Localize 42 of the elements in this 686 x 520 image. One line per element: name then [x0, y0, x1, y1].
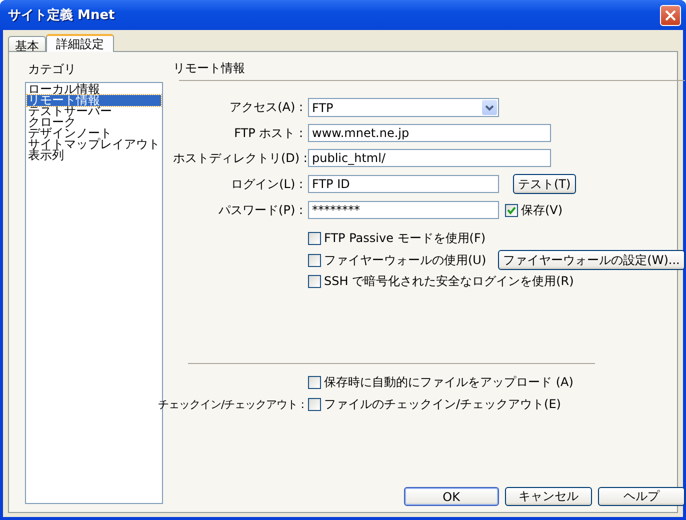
- test-button[interactable]: テスト(T): [513, 174, 576, 194]
- checkbox-label: FTP Passive モードを使用(F): [324, 230, 486, 247]
- checkbox[interactable]: [505, 204, 518, 216]
- category-item[interactable]: デザインノート: [27, 128, 161, 139]
- input-field[interactable]: public_html/: [308, 149, 551, 167]
- access-dropdown[interactable]: FTP: [308, 98, 499, 117]
- section-title: リモート情報: [173, 60, 246, 77]
- category-item[interactable]: リモート情報: [27, 95, 161, 106]
- input-field[interactable]: ********: [308, 201, 499, 219]
- category-item[interactable]: 表示列: [27, 150, 161, 161]
- category-item[interactable]: テストサーバー: [27, 106, 161, 117]
- input-field[interactable]: FTP ID: [308, 175, 499, 193]
- checkbox[interactable]: [308, 254, 321, 266]
- category-item[interactable]: ローカル情報: [27, 84, 161, 95]
- checkbox[interactable]: [308, 398, 321, 411]
- chevron-down-icon: [485, 104, 494, 110]
- close-button[interactable]: [660, 4, 681, 26]
- window-title: サイト定義 Mnet: [8, 6, 115, 24]
- checkbox-label: ファイルのチェックイン/チェックアウト(E): [324, 396, 561, 413]
- field-label: FTP ホスト :: [233, 124, 303, 142]
- dialog-button[interactable]: OK: [404, 487, 499, 506]
- tab[interactable]: 基本: [8, 36, 46, 51]
- tab[interactable]: 詳細設定: [46, 34, 114, 52]
- input-field[interactable]: www.mnet.ne.jp: [308, 124, 551, 142]
- category-item[interactable]: クローク: [27, 117, 161, 128]
- close-icon: [665, 10, 676, 20]
- checkbox-label: ファイヤーウォールの使用(U): [324, 252, 486, 268]
- checkbox[interactable]: [308, 376, 321, 389]
- checkbox-label: SSH で暗号化された安全なログインを使用(R): [324, 273, 574, 290]
- category-label: カテゴリ: [28, 61, 77, 78]
- field-label: パスワード(P) :: [218, 202, 303, 218]
- checkbox[interactable]: [308, 275, 321, 288]
- category-item[interactable]: サイトマップレイアウト: [27, 139, 161, 150]
- field-label: アクセス(A) :: [228, 99, 303, 116]
- field-label: ログイン(L) :: [230, 176, 303, 192]
- firewall-settings-button[interactable]: ファイヤーウォールの設定(W)...: [498, 250, 685, 270]
- checkin-label: チェックイン/チェックアウト :: [158, 397, 303, 412]
- dialog-button[interactable]: ヘルプ: [598, 487, 685, 506]
- checkbox-label: 保存時に自動的にファイルをアップロード (A): [324, 374, 574, 391]
- dialog-button[interactable]: キャンセル: [504, 487, 592, 506]
- checkbox-label: 保存(V): [521, 202, 563, 218]
- checkbox[interactable]: [308, 232, 321, 245]
